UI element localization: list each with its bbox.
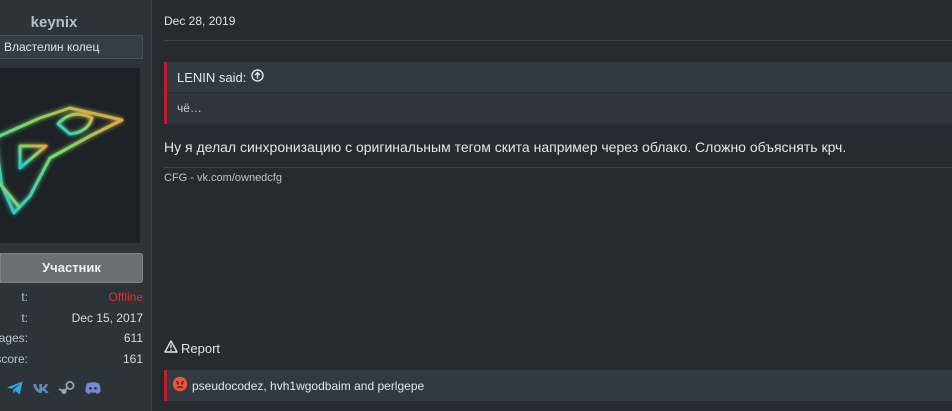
status-value: Offline [108,290,143,304]
stat-label: ages: [0,331,28,345]
stat-row-messages: ages: 611 [0,331,143,352]
avatar[interactable] [0,68,140,243]
reactions-users[interactable]: pseudocodez, hvh1wgodbaim and perlgepe [192,379,424,393]
joined-value: Dec 15, 2017 [71,310,143,325]
reaction-score-value: 161 [122,351,143,366]
telegram-icon[interactable] [6,379,24,397]
divider [164,40,952,41]
avatar-neon-logo-image [0,106,124,215]
signature: CFG - vk.com/ownedcfg [164,172,282,184]
stat-row-joined: t: Dec 15, 2017 [0,311,143,332]
discord-icon[interactable] [84,379,102,397]
stat-row-reaction-score: on score: 161 [0,352,143,373]
arrow-up-circle-icon[interactable] [251,62,265,93]
warning-icon [164,340,178,356]
user-stats: t: Offline t: Dec 15, 2017 ages: 611 on … [0,290,143,372]
stat-label: t: [21,310,28,325]
quote-author[interactable]: LENIN said: [177,62,246,93]
stat-label: t: [21,290,28,304]
report-button[interactable]: Report [164,340,220,356]
stat-row-status: t: Offline [0,290,143,311]
messages-value[interactable]: 611 [124,331,143,345]
quote-block: LENIN said: чё… [164,62,952,124]
report-label: Report [181,340,221,356]
role-badge: Участник [0,253,143,283]
signature-divider [164,167,952,168]
social-links [6,379,102,399]
user-title: Властелин колец [0,35,143,59]
user-sidebar: keynix Властелин колец Участник t: Offli… [0,0,152,411]
steam-icon[interactable] [58,379,76,397]
post-date[interactable]: Dec 28, 2019 [164,14,235,28]
post-message: Ну я делал синхронизацию с оригинальным … [164,139,847,155]
username[interactable]: keynix [0,14,108,31]
reactions-bar[interactable]: pseudocodez, hvh1wgodbaim and perlgepe [164,370,952,401]
stat-label: on score: [0,351,28,366]
quote-header[interactable]: LENIN said: [167,62,952,93]
quote-text: чё… [167,93,952,124]
vk-icon[interactable] [32,379,50,397]
angry-face-icon[interactable] [172,376,188,395]
